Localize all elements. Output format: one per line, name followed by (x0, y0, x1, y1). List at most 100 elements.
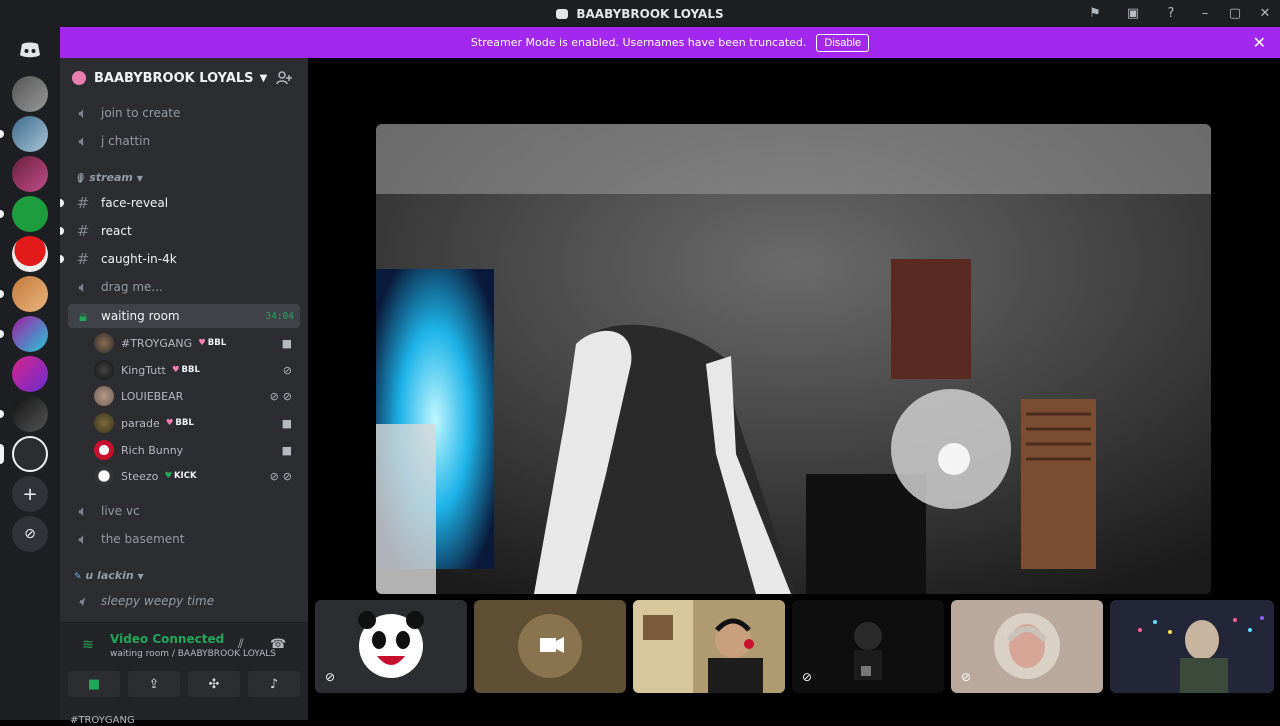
voice-channel-sleepy-weepy-time[interactable]: 🔈︎ sleepy weepy time (68, 589, 300, 613)
text-channel-face-reveal[interactable]: # face-reveal (60, 191, 300, 215)
voice-user[interactable]: KingTutt ♥ BBL ⊘ (94, 358, 300, 382)
disconnect-icon[interactable]: ☎︎ (270, 637, 286, 652)
muted-icon: ⊘ (802, 670, 813, 684)
category-u-lackin[interactable]: ✎ u lackin ▼ (74, 569, 144, 582)
title-bar: BAABYBROOK LOYALS ⚑ ▣ ? – ▢ ✕ (0, 0, 1280, 27)
maximize-button[interactable]: ▢ (1220, 0, 1250, 27)
category-stream[interactable]: 🎙︎ stream ▼ (74, 171, 143, 184)
voice-channel-the-basement[interactable]: 🔈︎ the basement (68, 527, 300, 551)
home-button[interactable] (12, 32, 48, 68)
add-server-button[interactable]: + (12, 476, 48, 512)
invite-people-icon[interactable] (276, 70, 292, 86)
deafened-icon: ⊘ (282, 363, 292, 377)
heart-icon: ♥ (171, 365, 180, 375)
voice-channel-waiting-room[interactable]: 🔒︎ waiting room 34:04 (68, 304, 300, 328)
server-icon-3[interactable] (12, 156, 48, 192)
speaker-icon: 🔈︎ (78, 592, 88, 610)
share-screen-button[interactable]: ⇪ (128, 671, 180, 697)
hashtag-icon: # (76, 222, 90, 240)
server-icon-4[interactable] (12, 196, 48, 232)
avatar-image (518, 614, 582, 678)
participant-tile[interactable]: ⊘ (951, 600, 1103, 693)
focused-video-stream[interactable] (376, 124, 1211, 594)
voice-channel-join-to-create[interactable]: 🔈︎ join to create (68, 101, 300, 125)
server-icon-1[interactable] (12, 76, 48, 112)
inbox-icon[interactable]: ▣ (1114, 0, 1152, 27)
user-area-name: #TROYGANG (70, 715, 135, 726)
disable-streamer-mode-button[interactable]: Disable (816, 33, 870, 52)
participant-tile[interactable]: ⊘ (792, 600, 944, 693)
participant-tile[interactable] (633, 600, 785, 693)
soundboard-icon: ♪ (269, 676, 279, 692)
voice-user[interactable]: Rich Bunny ■ (94, 438, 300, 462)
participant-tile[interactable] (1110, 600, 1274, 693)
text-channel-caught-in-4k[interactable]: # caught-in-4k (60, 247, 300, 271)
channel-sidebar: BAABYBROOK LOYALS ▼ 🔈︎ join to create 🔈︎… (60, 58, 308, 720)
speaker-icon: 🔈︎ (78, 132, 88, 150)
avatar (94, 440, 114, 460)
noise-suppression-icon[interactable]: ⫽ (238, 637, 244, 652)
activity-icon: ✣ (208, 676, 220, 692)
banner-message: Streamer Mode is enabled. Usernames have… (470, 36, 807, 49)
hashtag-icon: # (76, 194, 90, 212)
muted-icon: ⊘ (269, 469, 279, 483)
voice-user[interactable]: #TROYGANG ♥ BBL ■ (94, 331, 300, 355)
voice-location[interactable]: waiting room / BAABYBROOK LOYALS (110, 649, 276, 659)
server-icon-8[interactable] (12, 356, 48, 392)
deafened-icon: ⊘ (961, 670, 972, 684)
camera-icon: ■ (87, 676, 101, 692)
soundboard-button[interactable]: ♪ (248, 671, 300, 697)
server-icon-7[interactable] (12, 316, 48, 352)
explore-servers-button[interactable]: ⊘ (12, 516, 48, 552)
deafened-icon: ⊘ (325, 670, 336, 684)
screen-share-icon: ⇪ (148, 676, 160, 692)
voice-user[interactable]: LOUIEBEAR ⊘ ⊘ (94, 384, 300, 408)
role-tag: ♥ BBL (171, 365, 200, 375)
participant-tile[interactable] (474, 600, 626, 693)
chevron-down-icon: ▼ (137, 572, 144, 581)
minimize-button[interactable]: – (1190, 0, 1220, 27)
webcam-image (633, 600, 785, 693)
close-banner-icon[interactable]: ✕ (1253, 33, 1266, 52)
avatar-image (994, 613, 1060, 679)
heart-icon: ♥ (198, 338, 206, 348)
server-icon-current[interactable] (12, 436, 48, 472)
voice-channel-drag-me[interactable]: 🔈︎ drag me... (68, 275, 300, 299)
webcam-image (1110, 600, 1274, 693)
speaker-icon: 🔈︎ (78, 278, 88, 296)
voice-status: Video Connected (110, 632, 225, 646)
server-rail: + ⊘ (0, 27, 60, 720)
heart-icon: ♥ (164, 471, 172, 481)
chevron-down-icon: ▼ (136, 174, 143, 183)
discord-logo-icon (556, 8, 569, 19)
voice-user[interactable]: Steezo ♥ KICK ⊘ ⊘ (94, 464, 300, 488)
server-icon-5[interactable] (12, 236, 48, 272)
flag-icon[interactable]: ⚑ (1076, 0, 1114, 27)
close-window-button[interactable]: ✕ (1250, 0, 1280, 27)
server-name: BAABYBROOK LOYALS (94, 70, 254, 86)
webcam-room-image (376, 124, 1211, 594)
participant-tile[interactable]: ⊘ (315, 600, 467, 693)
muted-icon: ⊘ (269, 389, 279, 403)
server-icon-9[interactable] (12, 396, 48, 432)
camera-icon: ■ (281, 443, 292, 457)
voice-channel-j-chattin[interactable]: 🔈︎ j chattin (68, 129, 300, 153)
chevron-down-icon: ▼ (259, 72, 268, 84)
role-tag: ♥ BBL (198, 338, 227, 348)
lock-icon: 🔒︎ (79, 307, 87, 325)
help-icon[interactable]: ? (1152, 0, 1190, 27)
text-channel-react[interactable]: # react (60, 219, 300, 243)
speaker-icon: 🔈︎ (78, 530, 88, 548)
voice-user[interactable]: parade ♥ BBL ■ (94, 411, 300, 435)
server-icon-6[interactable] (12, 276, 48, 312)
voice-connection-panel: ≋ Video Connected waiting room / BAABYBR… (60, 622, 308, 726)
signal-icon[interactable]: ≋ (82, 637, 94, 653)
deafened-icon: ⊘ (282, 469, 292, 483)
server-icon-2[interactable] (12, 116, 48, 152)
avatar (94, 413, 114, 433)
activities-button[interactable]: ✣ (188, 671, 240, 697)
server-header[interactable]: BAABYBROOK LOYALS ▼ (60, 58, 308, 98)
hashtag-icon: # (76, 250, 90, 268)
camera-button[interactable]: ■ (68, 671, 120, 697)
voice-channel-live-vc[interactable]: 🔈︎ live vc (68, 499, 300, 523)
